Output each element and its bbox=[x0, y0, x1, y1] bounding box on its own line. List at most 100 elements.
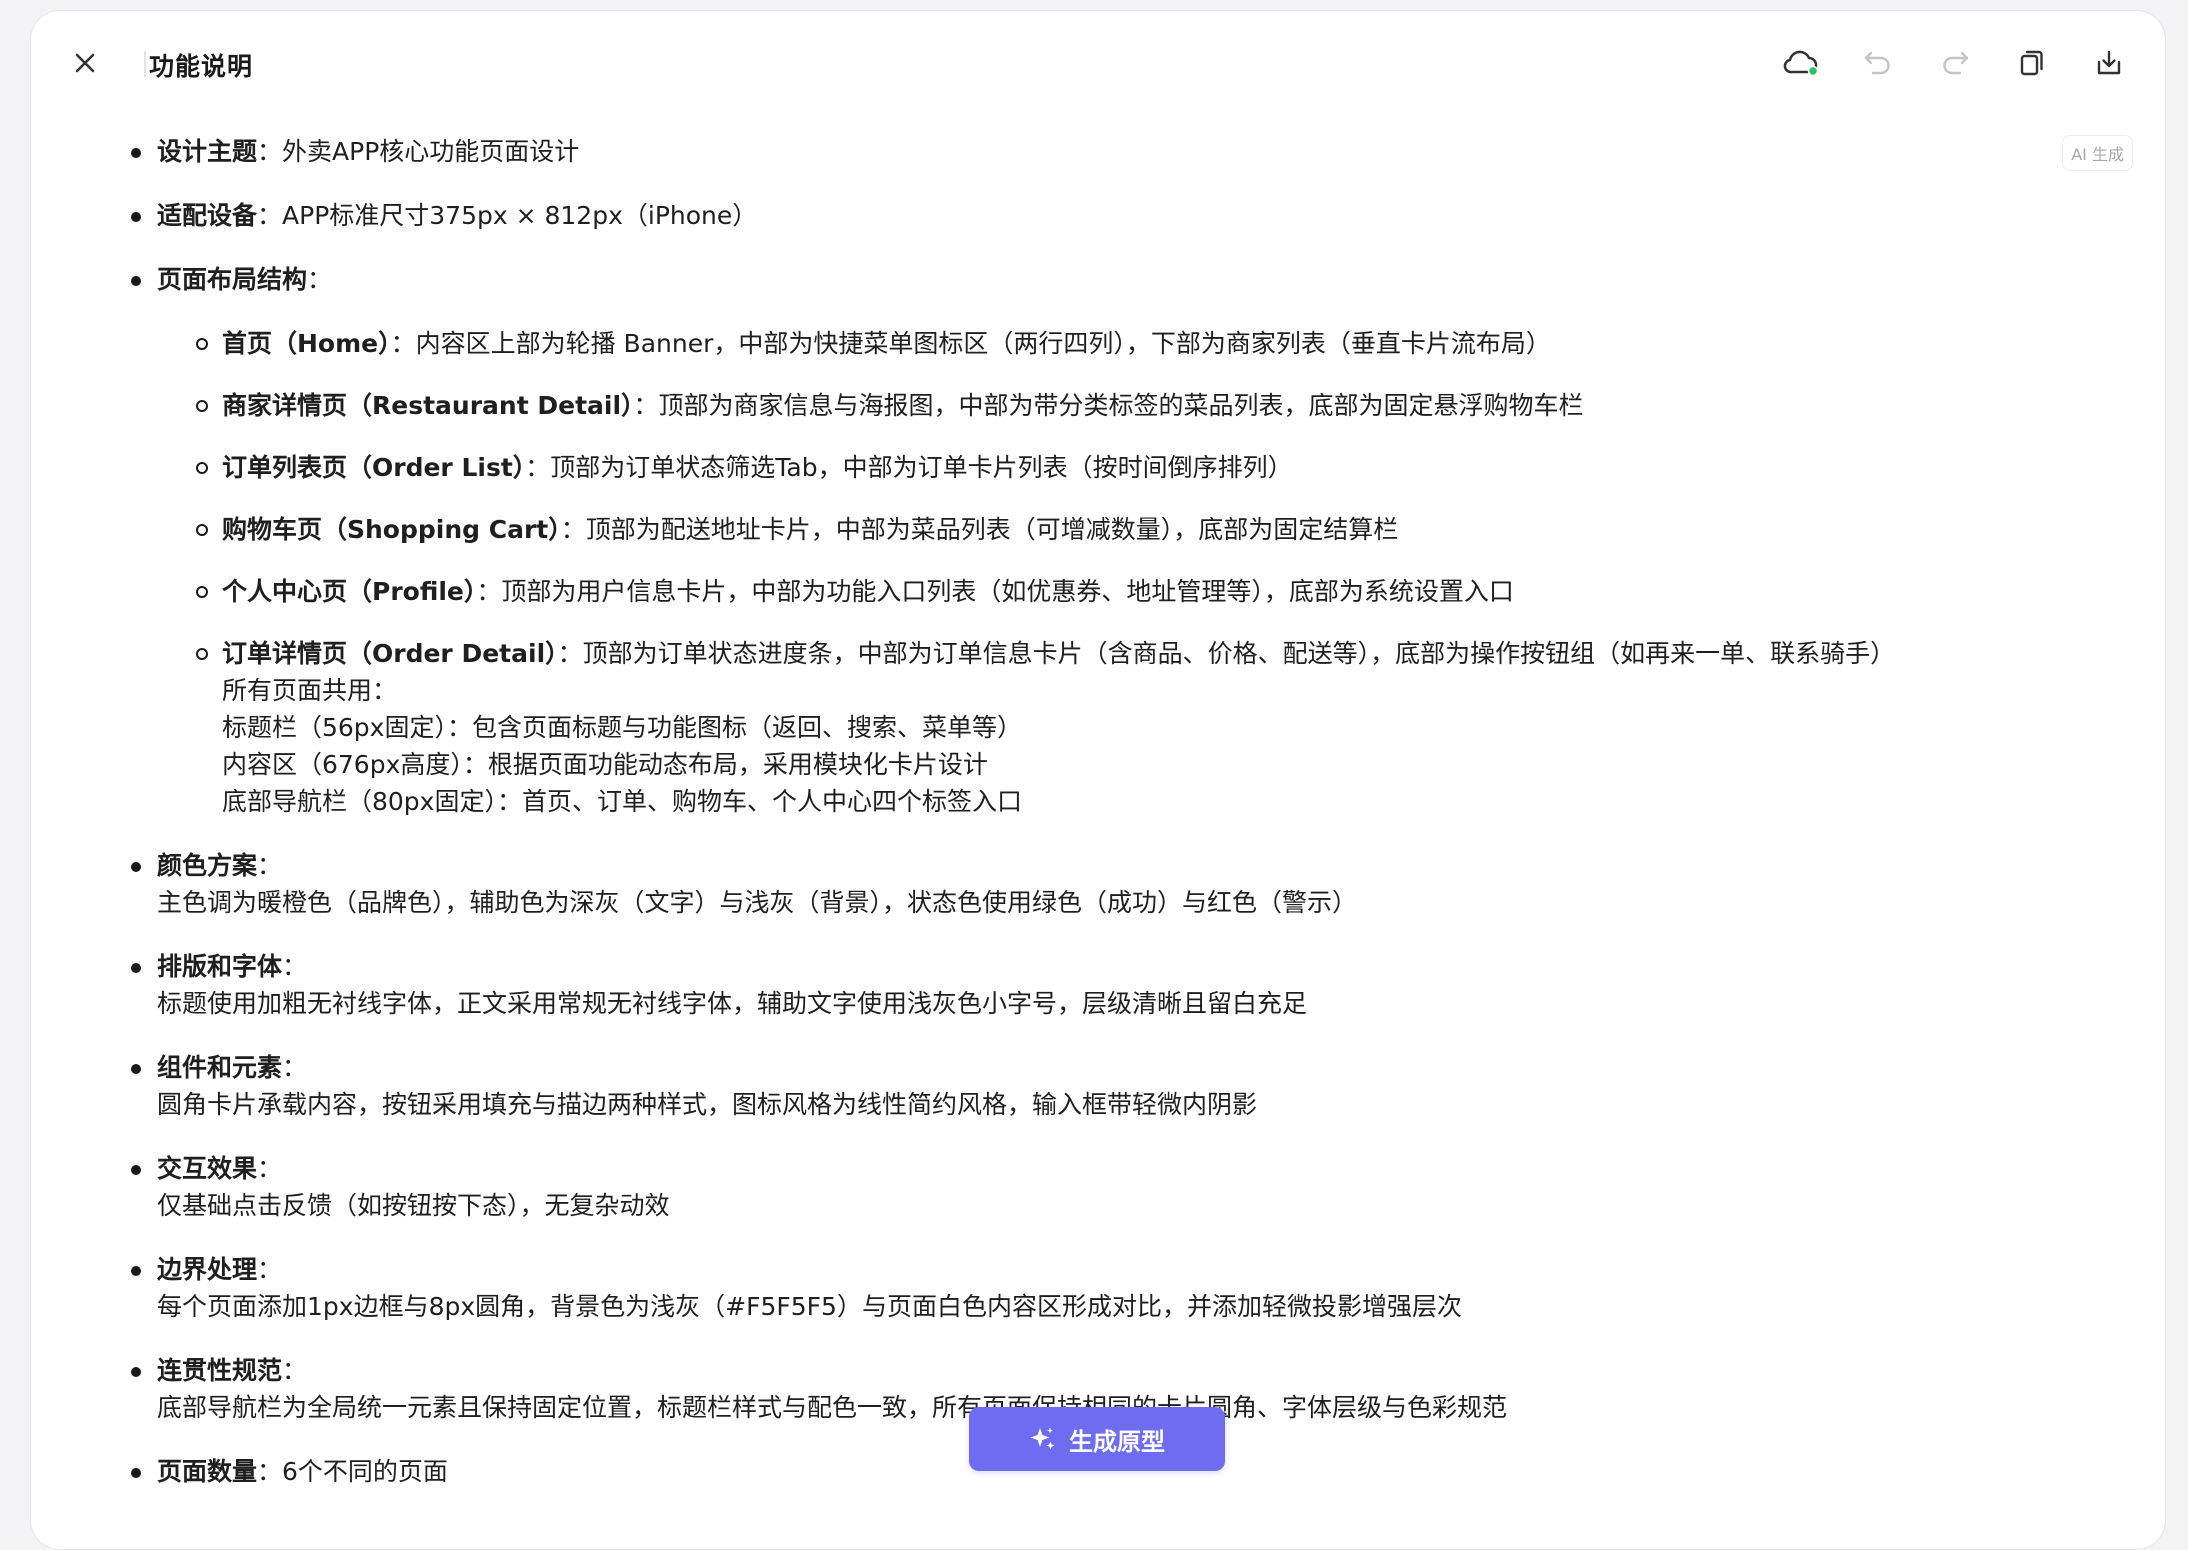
item-line: 交互效果： bbox=[157, 1150, 2101, 1187]
list-item: 设计主题：外卖APP核心功能页面设计 bbox=[101, 133, 2101, 170]
spec-content: 设计主题：外卖APP核心功能页面设计 适配设备：APP标准尺寸375px × 81… bbox=[101, 133, 2101, 1517]
sub-item-line: 商家详情页（Restaurant Detail）：顶部为商家信息与海报图，中部为… bbox=[222, 387, 2101, 424]
list-item: 排版和字体： 标题使用加粗无衬线字体，正文采用常规无衬线字体，辅助文字使用浅灰色小… bbox=[101, 948, 2101, 1022]
bullet-circle bbox=[196, 586, 208, 598]
list-item: 适配设备：APP标准尺寸375px × 812px（iPhone） bbox=[101, 197, 2101, 234]
item-label: 页面布局结构 bbox=[157, 265, 308, 294]
sub-item-text: ：顶部为配送地址卡片，中部为菜品列表（可增减数量），底部为固定结算栏 bbox=[560, 515, 1399, 544]
item-label: 边界处理 bbox=[157, 1255, 258, 1284]
sub-item-line: 首页（Home）：内容区上部为轮播 Banner，中部为快捷菜单图标区（两行四列… bbox=[222, 325, 2101, 362]
item-label: 页面数量 bbox=[157, 1457, 258, 1486]
close-button[interactable] bbox=[63, 41, 107, 85]
list-item: 组件和元素： 圆角卡片承载内容，按钮采用填充与描边两种样式，图标风格为线性简约风格… bbox=[101, 1049, 2101, 1123]
item-label: 排版和字体 bbox=[157, 952, 283, 981]
item-line: 颜色方案： bbox=[157, 847, 2101, 884]
generate-prototype-label: 生成原型 bbox=[1069, 1427, 1165, 1456]
item-text: ： bbox=[282, 952, 308, 981]
item-label: 组件和元素 bbox=[157, 1053, 283, 1082]
sub-item-label: 个人中心页（Profile） bbox=[222, 577, 477, 606]
item-label: 设计主题 bbox=[157, 137, 258, 166]
sub-item-extra-line: 所有页面共用： bbox=[222, 676, 398, 705]
item-line: 排版和字体： bbox=[157, 948, 2101, 985]
item-line: 设计主题：外卖APP核心功能页面设计 bbox=[157, 133, 2101, 170]
sub-list-item: 购物车页（Shopping Cart）：顶部为配送地址卡片，中部为菜品列表（可增… bbox=[157, 511, 2101, 548]
sub-item-text: ：顶部为订单状态筛选Tab，中部为订单卡片列表（按时间倒序排列） bbox=[525, 453, 1293, 482]
list-item: 页面布局结构： 首页（Home）：内容区上部为轮播 Banner，中部为快捷菜单图… bbox=[101, 261, 2101, 820]
bullet-circle bbox=[196, 338, 208, 350]
bullet-dot bbox=[131, 212, 141, 222]
sub-list-item: 首页（Home）：内容区上部为轮播 Banner，中部为快捷菜单图标区（两行四列… bbox=[157, 325, 2101, 362]
sub-item-extra-line: 底部导航栏（80px固定）：首页、订单、购物车、个人中心四个标签入口 bbox=[222, 787, 1022, 816]
redo-button[interactable] bbox=[1933, 41, 1977, 85]
sub-item-label: 订单列表页（Order List） bbox=[222, 453, 526, 482]
item-text: ：APP标准尺寸375px × 812px（iPhone） bbox=[257, 201, 758, 230]
bullet-circle bbox=[196, 524, 208, 536]
item-text: ：6个不同的页面 bbox=[257, 1457, 448, 1486]
bullet-circle bbox=[196, 462, 208, 474]
sub-list: 首页（Home）：内容区上部为轮播 Banner，中部为快捷菜单图标区（两行四列… bbox=[157, 325, 2101, 820]
sub-item-text: ：顶部为用户信息卡片，中部为功能入口列表（如优惠券、地址管理等），底部为系统设置… bbox=[476, 577, 1514, 606]
bullet-dot bbox=[131, 1367, 141, 1377]
item-line: 边界处理： bbox=[157, 1251, 2101, 1288]
copy-button[interactable] bbox=[2010, 41, 2054, 85]
list-item: 边界处理： 每个页面添加1px边框与8px圆角，背景色为浅灰（#F5F5F5）与页… bbox=[101, 1251, 2101, 1325]
download-button[interactable] bbox=[2087, 41, 2131, 85]
item-line: 页面布局结构： bbox=[157, 261, 2101, 298]
sub-item-label: 商家详情页（Restaurant Detail） bbox=[222, 391, 634, 420]
item-description: 主色调为暖橙色（品牌色），辅助色为深灰（文字）与浅灰（背景），状态色使用绿色（成… bbox=[157, 888, 1358, 917]
sub-list-item: 订单详情页（Order Detail）：顶部为订单状态进度条，中部为订单信息卡片… bbox=[157, 635, 2101, 820]
undo-button[interactable] bbox=[1856, 41, 1900, 85]
sub-item-text: ：内容区上部为轮播 Banner，中部为快捷菜单图标区（两行四列），下部为商家列… bbox=[390, 329, 1551, 358]
item-text: ： bbox=[307, 265, 333, 294]
item-text: ： bbox=[257, 1255, 283, 1284]
item-label: 连贯性规范 bbox=[157, 1356, 283, 1385]
bullet-dot bbox=[131, 1468, 141, 1478]
item-description: 标题使用加粗无衬线字体，正文采用常规无衬线字体，辅助文字使用浅灰色小字号，层级清… bbox=[157, 989, 1308, 1018]
sub-list-item: 商家详情页（Restaurant Detail）：顶部为商家信息与海报图，中部为… bbox=[157, 387, 2101, 424]
item-line: 适配设备：APP标准尺寸375px × 812px（iPhone） bbox=[157, 197, 2101, 234]
item-text: ： bbox=[257, 1154, 283, 1183]
sub-list-item: 订单列表页（Order List）：顶部为订单状态筛选Tab，中部为订单卡片列表… bbox=[157, 449, 2101, 486]
sub-item-extra-line: 内容区（676px高度）：根据页面功能动态布局，采用模块化卡片设计 bbox=[222, 750, 988, 779]
toolbar bbox=[1779, 41, 2131, 85]
bullet-circle bbox=[196, 400, 208, 412]
sub-item-extra-line: 标题栏（56px固定）：包含页面标题与功能图标（返回、搜索、菜单等） bbox=[222, 713, 1022, 742]
item-text: ： bbox=[257, 851, 283, 880]
bullet-circle bbox=[196, 648, 208, 660]
page-title: 功能说明 bbox=[149, 52, 254, 81]
sub-item-label: 订单详情页（Order Detail） bbox=[222, 639, 558, 668]
sub-item-line: 购物车页（Shopping Cart）：顶部为配送地址卡片，中部为菜品列表（可增… bbox=[222, 511, 2101, 548]
item-description: 仅基础点击反馈（如按钮按下态），无复杂动效 bbox=[157, 1191, 670, 1220]
redo-icon bbox=[1943, 51, 1969, 75]
list-item: 颜色方案： 主色调为暖橙色（品牌色），辅助色为深灰（文字）与浅灰（背景），状态色使… bbox=[101, 847, 2101, 921]
download-icon bbox=[2097, 50, 2121, 75]
bullet-dot bbox=[131, 1165, 141, 1175]
bullet-dot bbox=[131, 862, 141, 872]
sub-item-label: 首页（Home） bbox=[222, 329, 391, 358]
item-description: 圆角卡片承载内容，按钮采用填充与描边两种样式，图标风格为线性简约风格，输入框带轻… bbox=[157, 1090, 1258, 1119]
sparkle-icon bbox=[1030, 1427, 1055, 1450]
bullet-dot bbox=[131, 963, 141, 973]
item-line: 连贯性规范： bbox=[157, 1352, 2101, 1389]
sub-list-item: 个人中心页（Profile）：顶部为用户信息卡片，中部为功能入口列表（如优惠券、… bbox=[157, 573, 2101, 610]
item-label: 适配设备 bbox=[157, 201, 258, 230]
copy-icon bbox=[2020, 50, 2043, 76]
bullet-dot bbox=[131, 1064, 141, 1074]
sub-item-text: ：顶部为商家信息与海报图，中部为带分类标签的菜品列表，底部为固定悬浮购物车栏 bbox=[633, 391, 1584, 420]
bullet-dot bbox=[131, 148, 141, 158]
header: 功能说明 bbox=[31, 11, 2165, 115]
undo-icon bbox=[1864, 51, 1890, 75]
item-text: ： bbox=[282, 1356, 308, 1385]
list-item: 交互效果： 仅基础点击反馈（如按钮按下态），无复杂动效 bbox=[101, 1150, 2101, 1224]
close-icon bbox=[75, 53, 95, 73]
cloud-sync-icon bbox=[1783, 50, 1819, 77]
header-divider bbox=[144, 51, 146, 77]
generate-prototype-button[interactable]: 生成原型 bbox=[969, 1407, 1225, 1471]
item-label: 交互效果 bbox=[157, 1154, 258, 1183]
item-label: 颜色方案 bbox=[157, 851, 258, 880]
sub-item-line: 订单列表页（Order List）：顶部为订单状态筛选Tab，中部为订单卡片列表… bbox=[222, 449, 2101, 486]
sub-item-line: 订单详情页（Order Detail）：顶部为订单状态进度条，中部为订单信息卡片… bbox=[222, 635, 2101, 672]
cloud-sync-button[interactable] bbox=[1779, 41, 1823, 85]
sub-item-label: 购物车页（Shopping Cart） bbox=[222, 515, 561, 544]
bullet-dot bbox=[131, 276, 141, 286]
